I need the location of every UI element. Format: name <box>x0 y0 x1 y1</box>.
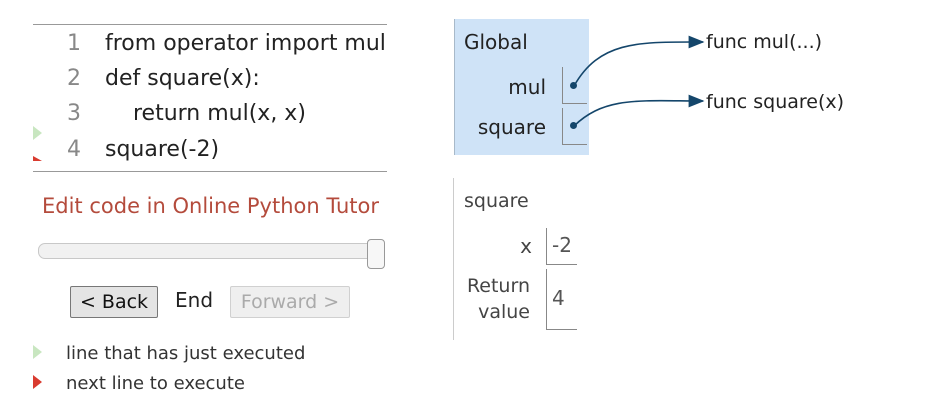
return-value-label-2: value <box>478 301 530 323</box>
pointer-arrow-square <box>573 94 705 127</box>
object-func-square: func square(x) <box>706 91 845 113</box>
square-frame-title: square <box>464 190 529 212</box>
object-func-mul: func mul(...) <box>706 31 823 53</box>
square-var-x: x <box>520 234 532 258</box>
square-var-x-value: -2 <box>552 233 572 257</box>
return-value-label-1: Return <box>466 275 530 297</box>
pointer-arrow-mul <box>573 35 705 87</box>
return-value: 4 <box>552 286 565 310</box>
square-frame-border <box>453 178 454 340</box>
